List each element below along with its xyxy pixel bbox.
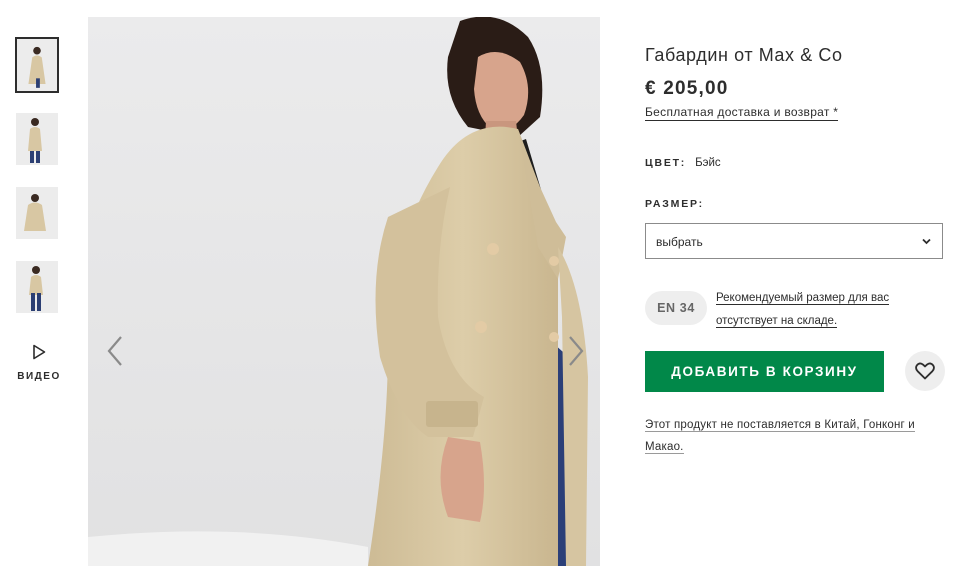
product-title: Габардин от Max & Co	[645, 45, 843, 65]
chevron-down-icon	[922, 238, 931, 245]
product-price: € 205,00	[645, 78, 729, 99]
heart-icon	[915, 362, 935, 380]
size-select-value: выбрать	[656, 235, 703, 249]
color-row: ЦВЕТ: Бэйс	[645, 157, 721, 169]
thumbnail-1[interactable]	[15, 37, 59, 93]
video-button[interactable]: ВИДЕО	[16, 344, 62, 382]
play-icon	[33, 344, 46, 360]
wishlist-button[interactable]	[905, 351, 945, 391]
recommended-line-1: Рекомендуемый размер для вас	[716, 292, 890, 305]
delivery-link[interactable]: Бесплатная доставка и возврат *	[645, 105, 839, 121]
color-label: ЦВЕТ:	[645, 157, 687, 169]
size-badge: EN 34	[645, 291, 707, 325]
size-select[interactable]: выбрать	[645, 223, 943, 259]
thumbnail-4[interactable]	[16, 261, 58, 313]
add-to-cart-button[interactable]: ДОБАВИТЬ В КОРЗИНУ	[645, 351, 884, 392]
thumbnail-3[interactable]	[16, 187, 58, 239]
video-label: ВИДЕО	[17, 371, 61, 382]
recommended-size-message[interactable]: Рекомендуемый размер для вас отсутствует…	[716, 287, 946, 333]
shipping-notice[interactable]: Этот продукт не поставляется в Китай, Го…	[645, 414, 945, 458]
shipping-notice-line-2: Макао.	[645, 441, 684, 454]
thumbnail-2[interactable]	[16, 113, 58, 165]
color-value: Бэйс	[695, 157, 721, 169]
main-product-image	[88, 17, 600, 566]
chevron-right-icon[interactable]	[565, 335, 587, 367]
shipping-notice-line-1: Этот продукт не поставляется в Китай, Го…	[645, 419, 915, 432]
recommended-line-2: отсутствует на складе.	[716, 315, 838, 328]
size-label: РАЗМЕР:	[645, 198, 704, 210]
chevron-left-icon[interactable]	[104, 335, 126, 367]
